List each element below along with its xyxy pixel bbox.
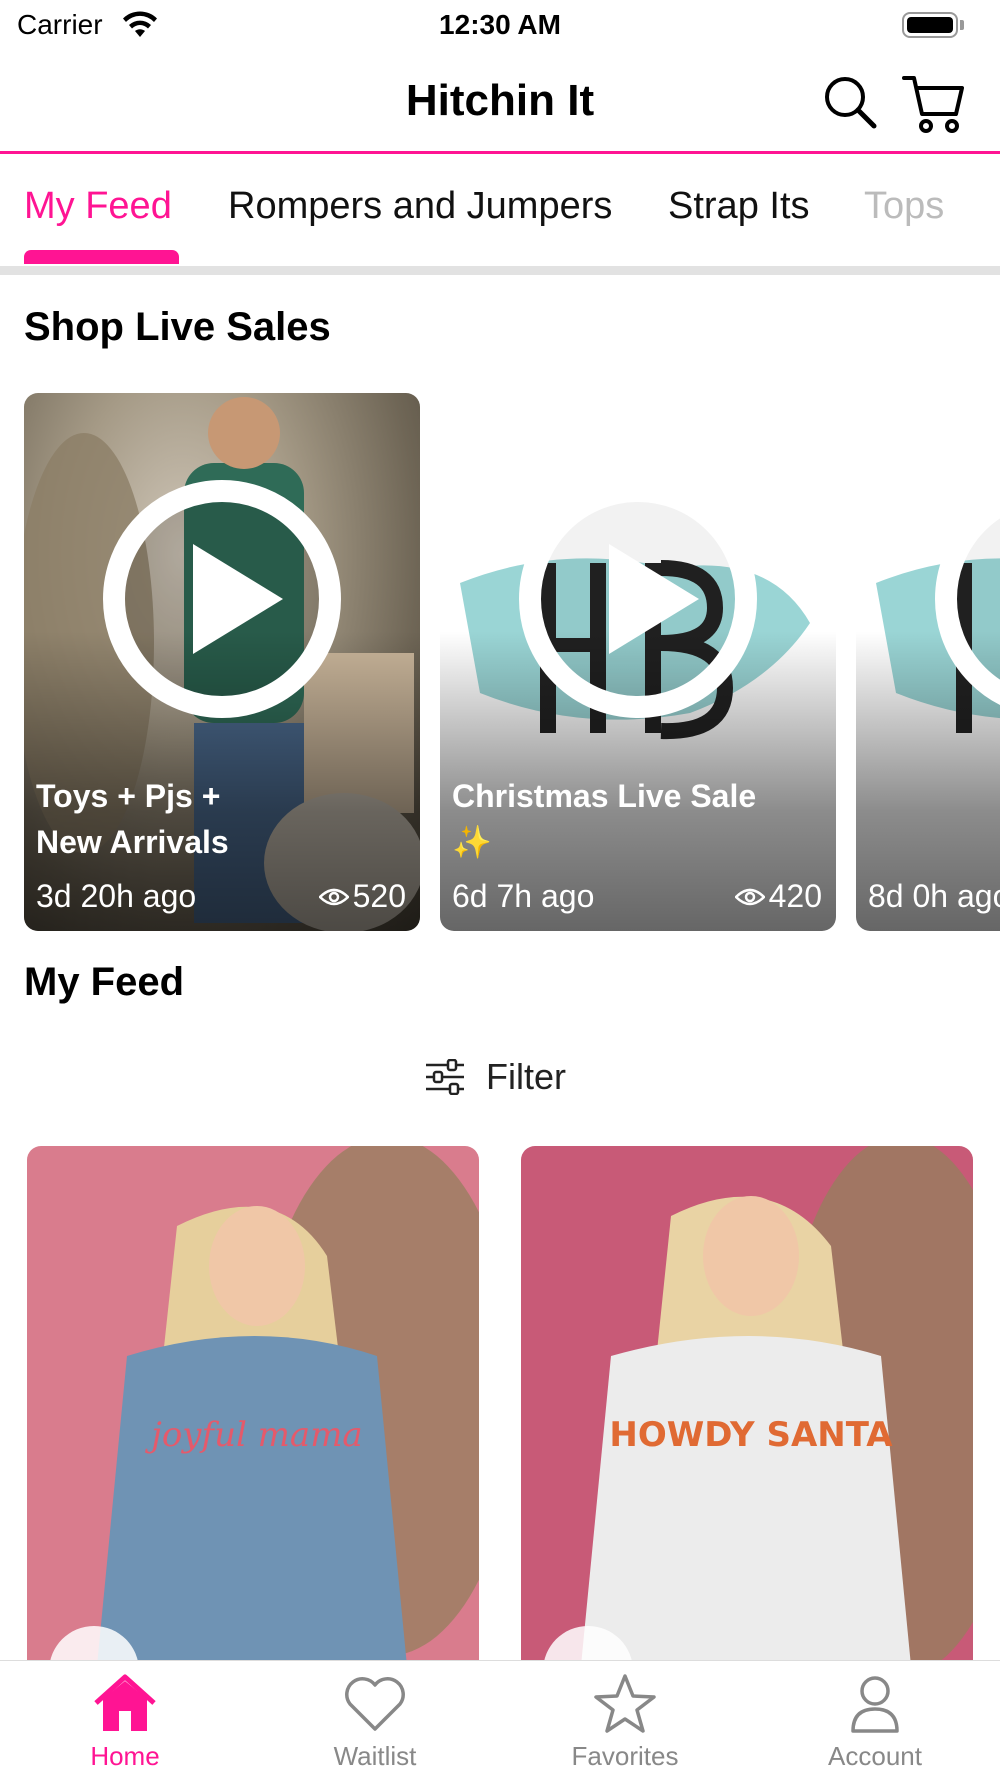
- product-tile[interactable]: joyful mama: [27, 1146, 479, 1666]
- eye-icon: [318, 888, 349, 905]
- sliders-icon: [426, 1059, 464, 1095]
- star-icon: [594, 1674, 656, 1733]
- nav-favorites[interactable]: Favorites: [500, 1661, 750, 1778]
- tabs-divider: [0, 266, 1000, 275]
- product-tile[interactable]: HOWDY SANTA: [521, 1146, 973, 1666]
- product-image: joyful mama: [27, 1146, 479, 1666]
- home-icon: [94, 1674, 156, 1731]
- heart-icon: [345, 1677, 405, 1731]
- filter-label: Filter: [486, 1056, 566, 1097]
- search-icon[interactable]: [820, 72, 880, 132]
- tab-rompers-and-jumpers[interactable]: Rompers and Jumpers: [228, 185, 612, 228]
- live-sale-card[interactable]: Toys + Pjs + New Arrivals 3d 20h ago 520: [24, 393, 420, 931]
- eye-icon: [734, 888, 765, 905]
- play-icon[interactable]: [517, 478, 759, 720]
- nav-account[interactable]: Account: [750, 1661, 1000, 1778]
- section-title-live-sales: Shop Live Sales: [24, 305, 331, 349]
- clock: 12:30 AM: [439, 9, 561, 40]
- person-icon: [851, 1676, 899, 1733]
- play-icon[interactable]: [933, 478, 1000, 720]
- live-sale-age: 3d 20h ago: [36, 878, 197, 914]
- tab-strap-its[interactable]: Strap Its: [668, 185, 810, 228]
- section-title-my-feed: My Feed: [24, 960, 185, 1004]
- live-sale-card[interactable]: 8d 0h ago: [856, 393, 1000, 931]
- cart-icon[interactable]: [900, 70, 966, 136]
- tab-my-feed[interactable]: My Feed: [24, 185, 172, 228]
- live-sale-title: Toys + Pjs + New Arrivals: [36, 778, 229, 860]
- play-icon[interactable]: [101, 478, 343, 720]
- live-sale-title: Christmas Live Sale ✨: [452, 778, 757, 860]
- tab-tops[interactable]: Tops: [864, 185, 944, 228]
- view-count: 520: [318, 878, 406, 915]
- view-count: 420: [734, 878, 822, 915]
- active-tab-indicator: [24, 250, 179, 264]
- product-image: HOWDY SANTA: [521, 1146, 973, 1666]
- filter-button[interactable]: Filter: [424, 1052, 566, 1102]
- live-sale-age: 6d 7h ago: [452, 878, 595, 914]
- battery-icon: [902, 12, 958, 38]
- status-bar: Carrier 12:30 AM: [0, 0, 1000, 52]
- svg-text:HOWDY SANTA: HOWDY SANTA: [609, 1415, 893, 1455]
- app-header: Hitchin It: [0, 52, 1000, 154]
- live-sale-age: 8d 0h ago: [868, 878, 1000, 914]
- bottom-nav: Home Waitlist Favorites Account: [0, 1660, 1000, 1778]
- category-tabs: My Feed Rompers and Jumpers Strap Its To…: [0, 157, 1000, 275]
- nav-waitlist[interactable]: Waitlist: [250, 1661, 500, 1778]
- svg-text:joyful mama: joyful mama: [144, 1415, 362, 1455]
- live-sale-card[interactable]: Christmas Live Sale ✨ 6d 7h ago 420: [440, 393, 836, 931]
- live-sales-carousel[interactable]: Toys + Pjs + New Arrivals 3d 20h ago 520: [0, 393, 1000, 933]
- nav-home[interactable]: Home: [0, 1661, 250, 1778]
